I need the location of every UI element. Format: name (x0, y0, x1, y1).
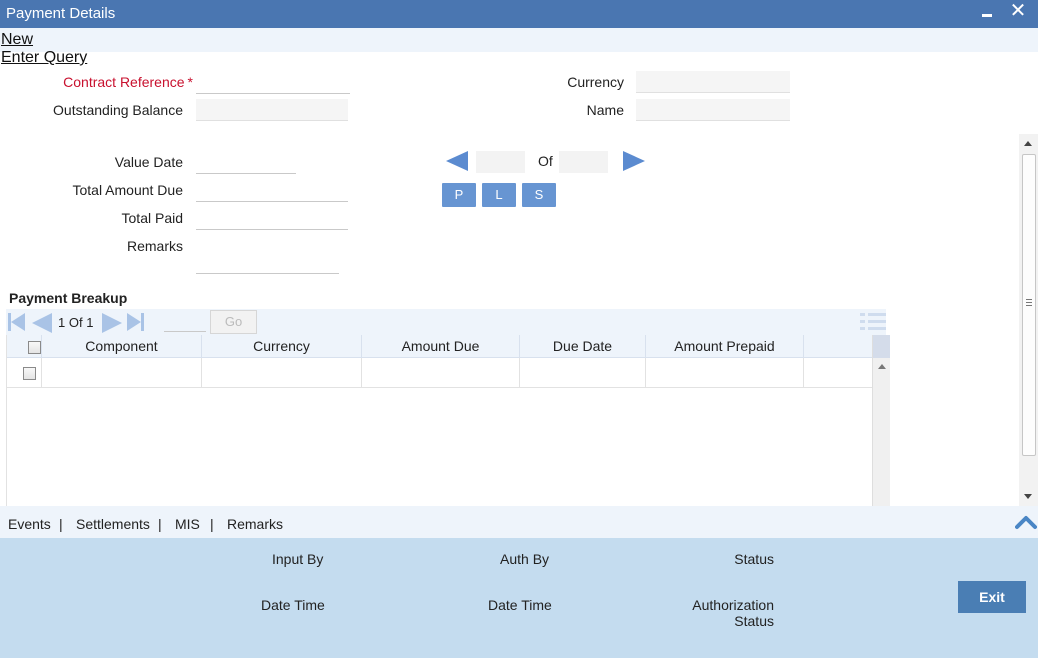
tab-separator: | (210, 516, 214, 532)
grid-toolbar: 1 Of 1 Go (6, 309, 886, 335)
contract-reference-label: Contract Reference * (40, 74, 193, 90)
grid-page-count: 1 Of 1 (58, 315, 93, 330)
column-currency[interactable]: Currency (202, 335, 362, 358)
select-all-checkbox[interactable] (28, 341, 41, 354)
component-cell[interactable] (42, 358, 202, 388)
bottom-tabs: Events | Settlements | MIS | Remarks (0, 506, 1038, 538)
amount-prepaid-cell[interactable] (646, 358, 804, 388)
tab-events[interactable]: Events (8, 516, 51, 532)
column-amount-due[interactable]: Amount Due (362, 335, 520, 358)
tab-separator: | (158, 516, 162, 532)
grid-page-total: 1 (86, 315, 94, 330)
previous-page-icon[interactable] (32, 313, 52, 333)
tab-mis[interactable]: MIS (175, 516, 200, 532)
tab-settlements[interactable]: Settlements (76, 516, 150, 532)
menu-bar (0, 28, 1038, 52)
grid-scrollbar[interactable] (872, 335, 890, 506)
due-date-cell[interactable] (520, 358, 646, 388)
chevron-up-icon[interactable] (1015, 512, 1037, 530)
s-button[interactable]: S (522, 183, 556, 207)
select-all-cell (7, 335, 42, 358)
name-field (636, 99, 790, 121)
total-records-field (559, 151, 608, 173)
currency-label: Currency (567, 74, 624, 90)
scrollbar-grip-icon (1026, 299, 1032, 306)
first-page-icon[interactable] (11, 313, 25, 331)
authorization-status-label: Status (734, 613, 774, 629)
total-paid-label: Total Paid (121, 210, 183, 226)
last-page-icon[interactable] (127, 313, 141, 331)
tab-remarks[interactable]: Remarks (227, 516, 283, 532)
total-paid-input[interactable] (196, 208, 348, 230)
auth-by-label: Auth By (500, 551, 550, 567)
grid-header: Component Currency Amount Due Due Date A… (7, 335, 872, 358)
total-amount-due-label: Total Amount Due (72, 182, 183, 198)
previous-record-icon[interactable] (446, 151, 468, 171)
payment-breakup-grid: Component Currency Amount Due Due Date A… (6, 335, 890, 506)
exit-button[interactable]: Exit (958, 581, 1026, 613)
enter-query-link[interactable]: Enter Query (1, 49, 87, 67)
go-button[interactable]: Go (210, 310, 257, 334)
window-title-bar: Payment Details ✕ (0, 0, 1038, 28)
value-date-label: Value Date (114, 154, 183, 170)
current-record-field[interactable] (476, 151, 525, 173)
outstanding-balance-label: Outstanding Balance (53, 102, 183, 118)
contract-reference-label-text: Contract Reference (63, 74, 185, 90)
row-select-cell (7, 358, 42, 388)
table-row (7, 358, 872, 388)
row-checkbox[interactable] (23, 367, 36, 380)
grid-scrollbar-header (873, 335, 890, 358)
auth-date-time-label: Date Time (488, 597, 552, 613)
p-button[interactable]: P (442, 183, 476, 207)
pager-of-label: Of (538, 153, 553, 169)
required-marker: * (187, 74, 193, 90)
scrollbar-thumb[interactable] (1022, 154, 1036, 456)
next-record-icon[interactable] (623, 151, 645, 171)
contract-reference-input[interactable] (196, 72, 350, 94)
payment-breakup-title: Payment Breakup (9, 290, 128, 306)
column-component[interactable]: Component (42, 335, 202, 358)
input-date-time-label: Date Time (261, 597, 325, 613)
scroll-up-icon[interactable] (1024, 141, 1032, 146)
authorization-label: Authorization (692, 597, 774, 613)
page-number-input[interactable] (164, 312, 206, 332)
column-due-date[interactable]: Due Date (520, 335, 646, 358)
page-scrollbar[interactable] (1019, 134, 1038, 506)
name-label: Name (586, 102, 624, 118)
next-page-icon[interactable] (102, 313, 122, 333)
outstanding-balance-field (196, 99, 348, 121)
status-label: Status (734, 551, 774, 567)
value-date-input[interactable] (196, 152, 296, 174)
scroll-down-icon[interactable] (1024, 494, 1032, 499)
grid-scroll-up-icon[interactable] (878, 364, 886, 369)
minimize-icon[interactable] (981, 2, 993, 22)
currency-cell[interactable] (202, 358, 362, 388)
remarks-label: Remarks (126, 238, 183, 254)
grid-page-current: 1 (58, 315, 66, 330)
grid-page-of: Of (68, 315, 83, 330)
new-link[interactable]: New (1, 31, 33, 49)
list-view-icon[interactable] (860, 312, 886, 332)
amount-due-cell[interactable] (362, 358, 520, 388)
audit-footer: Input By Auth By Status Date Time Date T… (0, 538, 1038, 658)
column-amount-prepaid[interactable]: Amount Prepaid (646, 335, 804, 358)
currency-field (636, 71, 790, 93)
remarks-input[interactable] (196, 252, 339, 274)
total-amount-due-input[interactable] (196, 180, 348, 202)
close-icon[interactable]: ✕ (1008, 0, 1028, 24)
tab-separator: | (59, 516, 63, 532)
window-title: Payment Details (6, 5, 116, 22)
last-page-bar (141, 313, 144, 331)
input-by-label: Input By (272, 551, 324, 567)
l-button[interactable]: L (482, 183, 516, 207)
